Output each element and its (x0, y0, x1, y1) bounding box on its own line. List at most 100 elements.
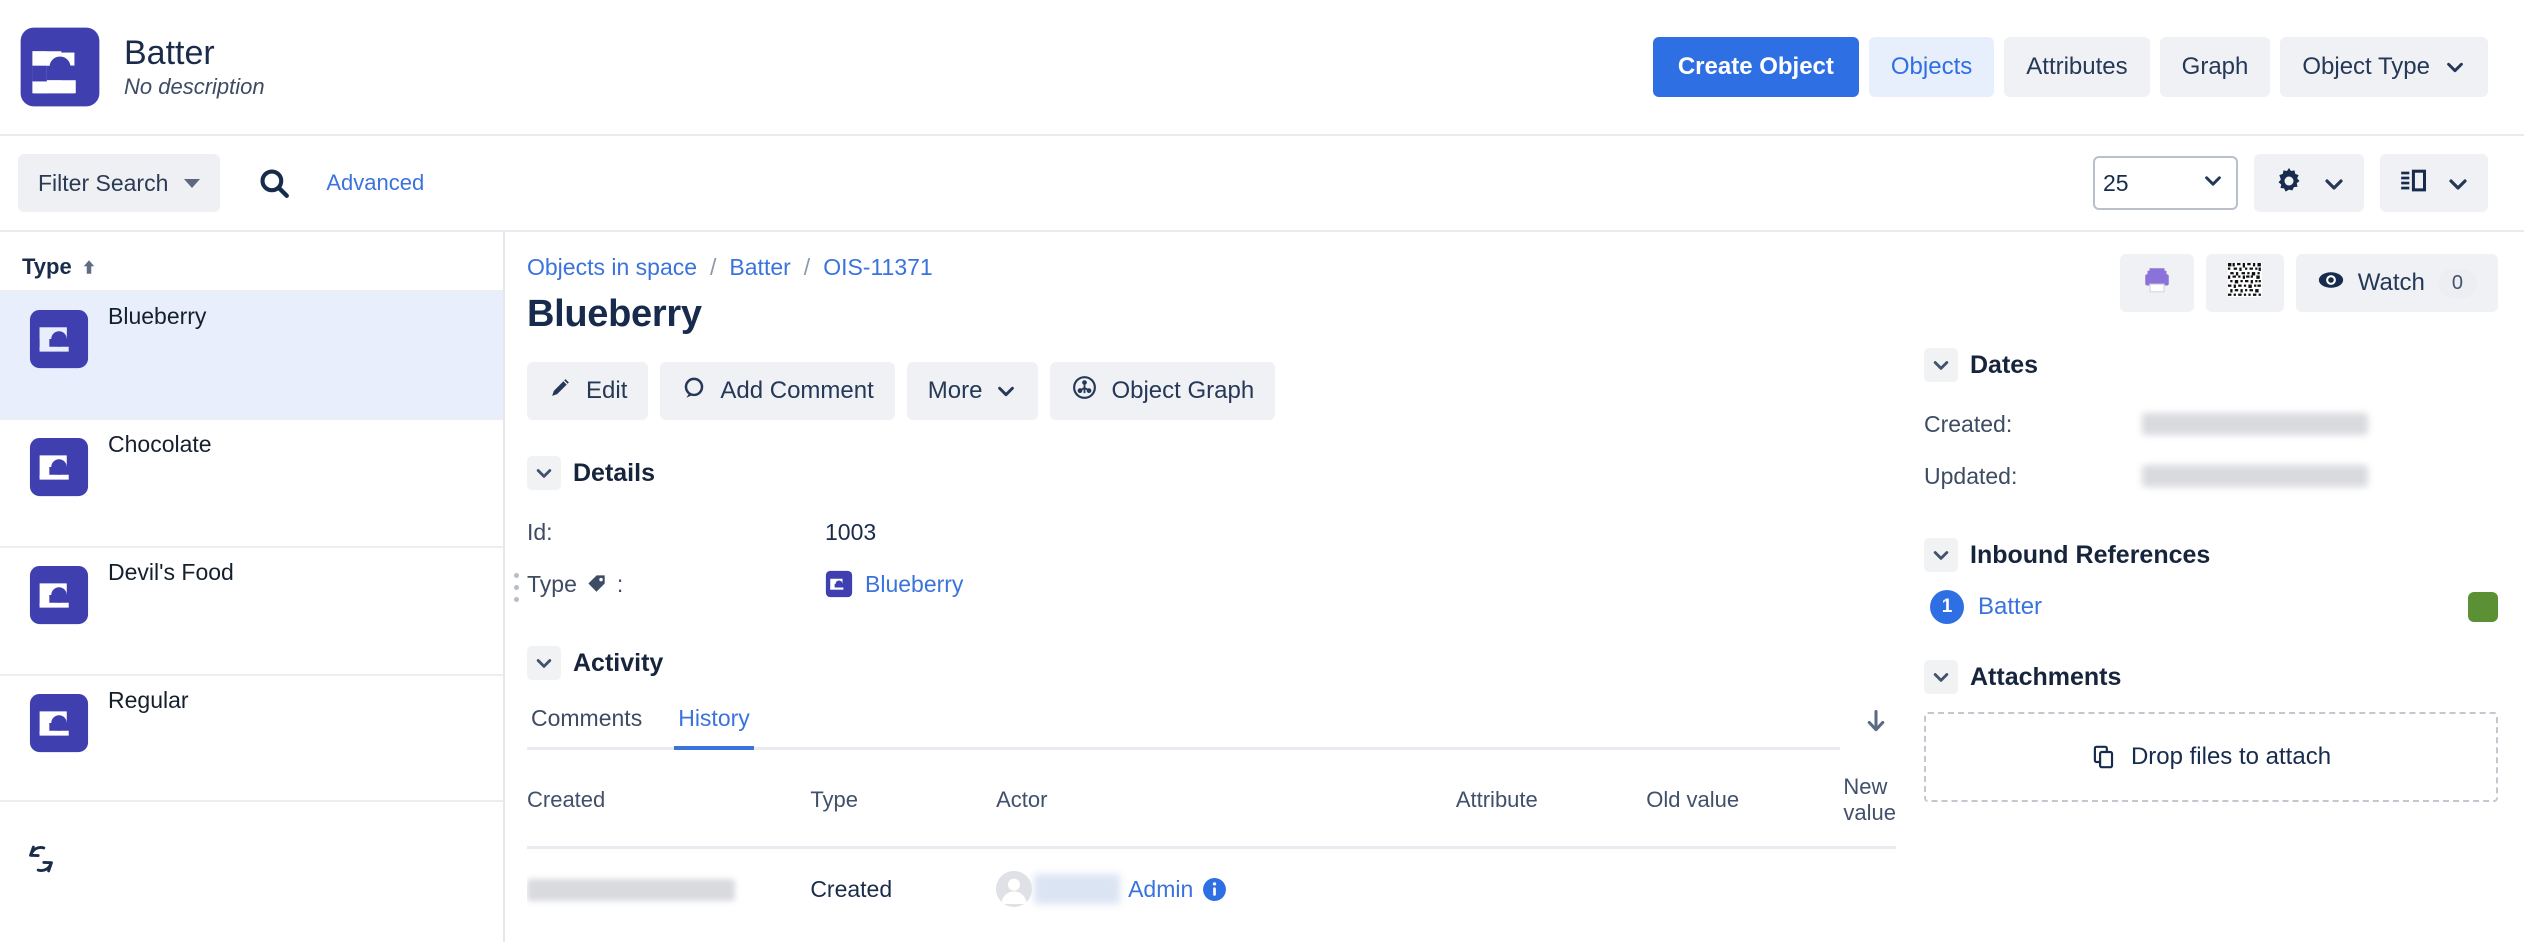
redacted-updated-date (2142, 465, 2368, 487)
detail-label-type-suffix: : (616, 570, 624, 597)
nav-tab-attributes[interactable]: Attributes (2004, 37, 2150, 97)
panel-splitter-handle[interactable] (505, 232, 527, 942)
column-header-actor[interactable]: Actor (996, 774, 1456, 849)
add-comment-label: Add Comment (720, 377, 874, 404)
nav-tab-objects[interactable]: Objects (1868, 37, 1995, 97)
qr-code-button[interactable] (2205, 254, 2284, 312)
create-object-button[interactable]: Create Object (1652, 37, 1859, 97)
object-graph-button[interactable]: Object Graph (1050, 362, 1276, 420)
download-arrow-icon[interactable] (1856, 702, 1896, 750)
breadcrumb-item-objects-in-space[interactable]: Objects in space (527, 254, 697, 281)
watch-count: 0 (2437, 268, 2477, 298)
chevron-down-icon[interactable] (527, 646, 561, 680)
refresh-icon[interactable] (24, 845, 58, 880)
history-table-head: Created Type Actor Attribute Old value N… (527, 774, 1896, 849)
cell-attribute (1456, 848, 1646, 908)
pencil-icon (548, 375, 573, 407)
watch-label: Watch (2357, 269, 2425, 296)
list-layout-icon (2400, 167, 2428, 200)
chevron-down-icon (2444, 56, 2466, 78)
edit-button[interactable]: Edit (527, 362, 649, 420)
cell-created (527, 848, 810, 908)
brand-title: Batter (124, 34, 215, 73)
object-type-dropdown[interactable]: Object Type (2280, 37, 2488, 97)
attachment-dropzone-label: Drop files to attach (2130, 743, 2332, 770)
detail-row-type: Type : Blueberry (527, 558, 1896, 610)
sidebar-column-header[interactable]: Type (0, 232, 503, 290)
attachments-section-title: Attachments (1970, 662, 2122, 691)
object-action-row: Edit Add Comment More Object Graph (527, 362, 1896, 420)
details-section-title: Details (573, 458, 655, 487)
insight-object-icon (28, 692, 90, 754)
sidebar-item-label: Blueberry (108, 303, 207, 329)
right-action-row: Watch 0 (1924, 254, 2498, 312)
settings-dropdown-button[interactable] (2254, 154, 2364, 212)
inbound-references-section-header: Inbound References (1924, 538, 2498, 572)
object-graph-label: Object Graph (1111, 377, 1255, 404)
sidebar-column-header-label: Type (22, 254, 72, 279)
page-size-select[interactable]: 25 50 100 (2093, 156, 2238, 210)
watch-button[interactable]: Watch 0 (2295, 254, 2498, 312)
sidebar-item-blueberry[interactable]: Blueberry (0, 290, 503, 418)
avatar (996, 871, 1033, 907)
column-header-attribute[interactable]: Attribute (1455, 774, 1647, 849)
print-icon (2142, 265, 2172, 302)
redacted-created-date (2142, 413, 2368, 435)
activity-section-header: Activity (527, 646, 1896, 680)
table-row: Created Admin (527, 848, 1896, 908)
sidebar-item-regular[interactable]: Regular (0, 674, 503, 802)
insight-object-icon (28, 308, 90, 370)
breadcrumb-item-object-key[interactable]: OIS-11371 (823, 254, 933, 281)
detail-value-type-link[interactable]: Blueberry (865, 571, 963, 598)
history-table-header-row: Created Type Actor Attribute Old value N… (527, 774, 1896, 849)
breadcrumb-item-batter[interactable]: Batter (729, 254, 790, 281)
sidebar-item-devils-food[interactable]: Devil's Food (0, 546, 503, 674)
redacted-actor-name (1034, 874, 1121, 904)
column-header-new-value[interactable]: New value (1843, 774, 1896, 849)
info-icon[interactable] (1202, 877, 1227, 902)
column-header-created[interactable]: Created (527, 774, 811, 849)
sidebar-item-label: Regular (108, 687, 189, 713)
eye-icon (2317, 266, 2345, 301)
more-dropdown-button[interactable]: More (906, 362, 1039, 420)
history-table-body: Created Admin (527, 848, 1896, 908)
nav-tab-graph[interactable]: Graph (2159, 37, 2271, 97)
sort-ascending-arrow-icon (80, 257, 98, 277)
search-icon[interactable] (250, 159, 298, 207)
cell-new-value (1843, 848, 1896, 908)
advanced-link[interactable]: Advanced (326, 170, 424, 196)
copy-files-icon (2091, 744, 2117, 770)
breadcrumb: Objects in space / Batter / OIS-11371 (527, 254, 1896, 281)
top-header: Batter No description Create Object Obje… (0, 0, 2524, 136)
insight-object-icon (18, 25, 102, 109)
sidebar-item-label: Devil's Food (108, 559, 234, 585)
inbound-reference-link[interactable]: Batter (1978, 593, 2042, 621)
print-button[interactable] (2119, 254, 2194, 312)
sidebar-item-chocolate[interactable]: Chocolate (0, 418, 503, 546)
layout-dropdown-button[interactable] (2380, 154, 2488, 212)
detail-row-id: Id: 1003 (527, 506, 1896, 558)
main-left-column: Objects in space / Batter / OIS-11371 Bl… (527, 254, 1924, 942)
column-header-type[interactable]: Type (810, 774, 997, 849)
add-comment-button[interactable]: Add Comment (660, 362, 895, 420)
inbound-reference-item[interactable]: 1 Batter (1924, 590, 2498, 624)
chevron-down-icon[interactable] (1924, 348, 1958, 382)
chevron-down-icon[interactable] (1924, 660, 1958, 694)
column-header-old-value[interactable]: Old value (1646, 774, 1844, 849)
tab-history[interactable]: History (674, 705, 754, 750)
chevron-down-icon (995, 380, 1017, 402)
chevron-down-icon[interactable] (527, 456, 561, 490)
attachment-dropzone[interactable]: Drop files to attach (1924, 712, 2498, 802)
history-table: Created Type Actor Attribute Old value N… (527, 774, 1896, 907)
dates-label-updated: Updated: (1924, 462, 2018, 489)
detail-label-id: Id: (527, 518, 553, 545)
qr-code-icon (2227, 262, 2262, 304)
filter-search-dropdown[interactable]: Filter Search (18, 154, 221, 212)
tab-comments[interactable]: Comments (527, 705, 646, 750)
dates-row-created: Created: (1924, 398, 2498, 450)
chevron-down-icon[interactable] (1924, 538, 1958, 572)
dates-section-title: Dates (1970, 350, 2039, 379)
insight-object-icon (28, 436, 90, 498)
actor-name-link[interactable]: Admin (1128, 876, 1193, 903)
detail-label-type-text: Type (527, 570, 577, 597)
